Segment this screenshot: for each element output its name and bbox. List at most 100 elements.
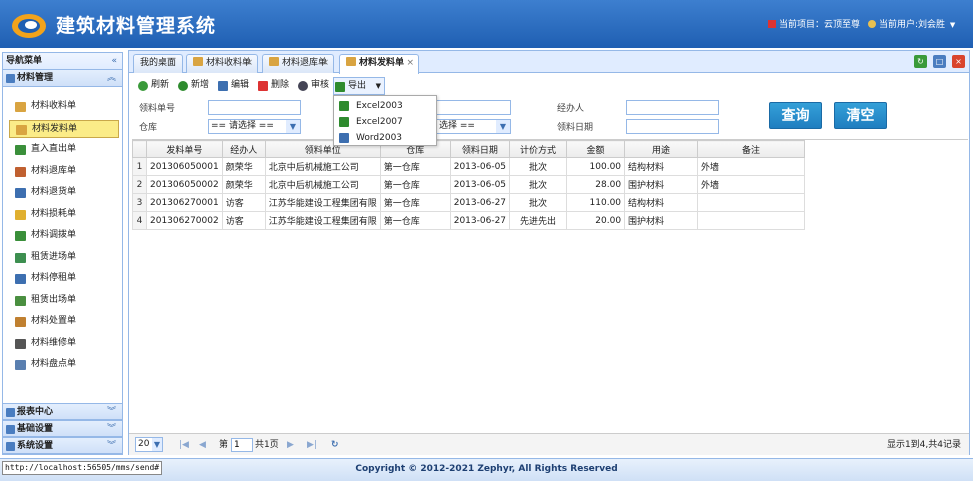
table-row[interactable]: 4 201306270002 访客 江苏华能建设工程集团有限 第一仓库 2013-06-2… <box>132 211 806 230</box>
page-size-select[interactable]: 20 ▼ <box>135 437 163 452</box>
audit-button[interactable]: 审核 <box>297 77 329 95</box>
export-option-1[interactable]: Excel2007 <box>337 114 433 130</box>
tab-1[interactable]: 材料收料单 × <box>186 54 258 73</box>
first-page-icon[interactable]: |◀ <box>179 438 189 452</box>
cell-date: 2013-06-05 <box>449 175 511 194</box>
menu-item-icon <box>15 231 26 241</box>
cell-note <box>697 193 806 212</box>
page-number-input[interactable] <box>231 438 253 452</box>
row-number: 4 <box>132 211 147 230</box>
menu-item-icon <box>15 274 26 284</box>
maximize-icon[interactable]: □ <box>933 55 946 68</box>
column-header[interactable]: 领料日期 <box>449 140 511 158</box>
sidebar-item-label: 材料发料单 <box>32 123 78 134</box>
refresh-tab-icon[interactable]: ↻ <box>914 55 927 68</box>
sidebar-item-label: 租赁出场单 <box>31 294 77 305</box>
sidebar-item-12[interactable]: 材料盘点单 <box>9 356 119 374</box>
sidebar-item-6[interactable]: 材料调拨单 <box>9 227 119 245</box>
tab-bar: 我的桌面 材料收料单 × 材料退库单 × 材料发料单 × ↻ □ × <box>129 51 969 74</box>
sidebar-item-1[interactable]: 材料发料单 <box>9 119 119 138</box>
sidebar-item-label: 材料维修单 <box>31 337 77 348</box>
chevron-down-icon[interactable]: ▼ <box>376 78 381 95</box>
export-button[interactable]: 导出 ▼ <box>333 77 386 95</box>
column-header[interactable]: 用途 <box>624 140 699 158</box>
status-bar-url: http://localhost:56505/mms/send# <box>2 461 163 475</box>
sidebar-item-8[interactable]: 材料停租单 <box>9 270 119 288</box>
sidebar-item-7[interactable]: 租赁进场单 <box>9 249 119 267</box>
unit-input[interactable] <box>436 100 511 115</box>
menu-item-icon <box>15 209 26 220</box>
sidebar-item-11[interactable]: 材料维修单 <box>9 335 119 353</box>
cell-no: 201306050002 <box>146 175 223 194</box>
current-project: 当前项目：云顶至尊 <box>768 17 860 30</box>
section-material-management[interactable]: 材料管理 ︽ <box>3 70 122 87</box>
column-header[interactable]: 计价方式 <box>509 140 568 158</box>
handler-input[interactable] <box>626 100 719 115</box>
cell-wh: 第一仓库 <box>379 211 451 230</box>
prev-page-icon[interactable]: ◀ <box>199 438 206 452</box>
sidebar-item-2[interactable]: 直入直出单 <box>9 141 119 159</box>
column-header[interactable]: 经办人 <box>221 140 266 158</box>
sidebar-item-10[interactable]: 材料处置单 <box>9 313 119 331</box>
chevron-down-icon: ▼ <box>949 21 956 29</box>
collapse-sidebar-icon[interactable]: « <box>111 53 117 69</box>
table-row[interactable]: 3 201306270001 访客 江苏华能建设工程集团有限 第一仓库 2013-06-2… <box>132 193 806 212</box>
tab-close-icon[interactable]: × <box>245 55 253 72</box>
add-button[interactable]: 新增 <box>177 77 209 95</box>
tab-close-icon[interactable]: × <box>321 55 329 72</box>
export-option-0[interactable]: Excel2003 <box>337 98 433 114</box>
warehouse-select[interactable]: == 请选择 == ▼ <box>208 119 301 134</box>
main-panel: 我的桌面 材料收料单 × 材料退库单 × 材料发料单 × ↻ □ × 刷新 新增 编辑 删除 审… <box>128 50 970 455</box>
column-header[interactable]: 发料单号 <box>146 140 223 158</box>
cell-method: 批次 <box>509 157 568 176</box>
delete-button[interactable]: 删除 <box>257 77 289 95</box>
section-1[interactable]: 基础设置 ︾ <box>3 420 122 437</box>
second-select[interactable]: 选择 == ▼ <box>436 119 511 134</box>
sidebar-bottom-sections: 报表中心 ︾ 基础设置 ︾ 系统设置 ︾ <box>3 403 122 454</box>
table-row[interactable]: 2 201306050002 颜荣华 北京中后机械施工公司 第一仓库 2013-06-05… <box>132 175 806 194</box>
column-header[interactable]: 金额 <box>566 140 626 158</box>
refresh-button[interactable]: 刷新 <box>137 77 169 95</box>
sidebar-item-3[interactable]: 材料退库单 <box>9 163 119 181</box>
cell-handler: 访客 <box>221 211 266 230</box>
menu-item-icon <box>15 338 26 349</box>
tab-icon <box>269 57 279 66</box>
tab-2[interactable]: 材料退库单 × <box>262 54 334 73</box>
cell-use: 围护材料 <box>624 211 699 230</box>
sidebar-item-label: 材料盘点单 <box>31 359 77 369</box>
tab-3[interactable]: 材料发料单 × <box>339 54 419 74</box>
audit-user-icon <box>298 81 308 91</box>
clear-button[interactable]: 清空 <box>834 102 887 129</box>
menu-item-icon <box>15 295 26 306</box>
edit-button[interactable]: 编辑 <box>217 77 249 95</box>
export-dropdown-menu: Excel2003 Excel2007 Word2003 <box>333 95 437 146</box>
cell-amount: 20.00 <box>566 211 626 230</box>
sidebar-item-5[interactable]: 材料损耗单 <box>9 206 119 224</box>
cell-handler: 访客 <box>221 193 266 212</box>
column-header[interactable]: 备注 <box>697 140 806 158</box>
menu-item-icon <box>15 188 26 198</box>
export-option-2[interactable]: Word2003 <box>337 130 433 146</box>
current-user-menu[interactable]: 当前用户:刘会胜 ▼ <box>868 17 955 30</box>
reload-icon[interactable]: ↻ <box>331 438 339 452</box>
sidebar-item-0[interactable]: 材料收料单 <box>9 98 119 116</box>
table-row[interactable]: 1 201306050001 颜荣华 北京中后机械施工公司 第一仓库 2013-06-05… <box>132 157 806 176</box>
next-page-icon[interactable]: ▶ <box>287 438 294 452</box>
doc-no-input[interactable] <box>208 100 301 115</box>
tab-close-icon[interactable]: × <box>406 55 414 72</box>
section-2[interactable]: 系统设置 ︾ <box>3 437 122 454</box>
last-page-icon[interactable]: ▶| <box>307 438 317 452</box>
date-input[interactable] <box>626 119 719 134</box>
sidebar-item-9[interactable]: 租赁出场单 <box>9 292 119 310</box>
section-0[interactable]: 报表中心 ︾ <box>3 403 122 420</box>
page-total: 共1页 <box>255 440 279 450</box>
cell-date: 2013-06-27 <box>449 211 511 230</box>
close-icon[interactable]: × <box>952 55 965 68</box>
row-number: 2 <box>132 175 147 194</box>
tab-0[interactable]: 我的桌面 <box>133 54 183 73</box>
query-button[interactable]: 查询 <box>769 102 822 129</box>
chevron-up-icon: ︽ <box>106 73 116 83</box>
cell-date: 2013-06-05 <box>449 157 511 176</box>
cell-unit: 北京中后机械施工公司 <box>264 157 381 176</box>
sidebar-item-4[interactable]: 材料退货单 <box>9 184 119 202</box>
